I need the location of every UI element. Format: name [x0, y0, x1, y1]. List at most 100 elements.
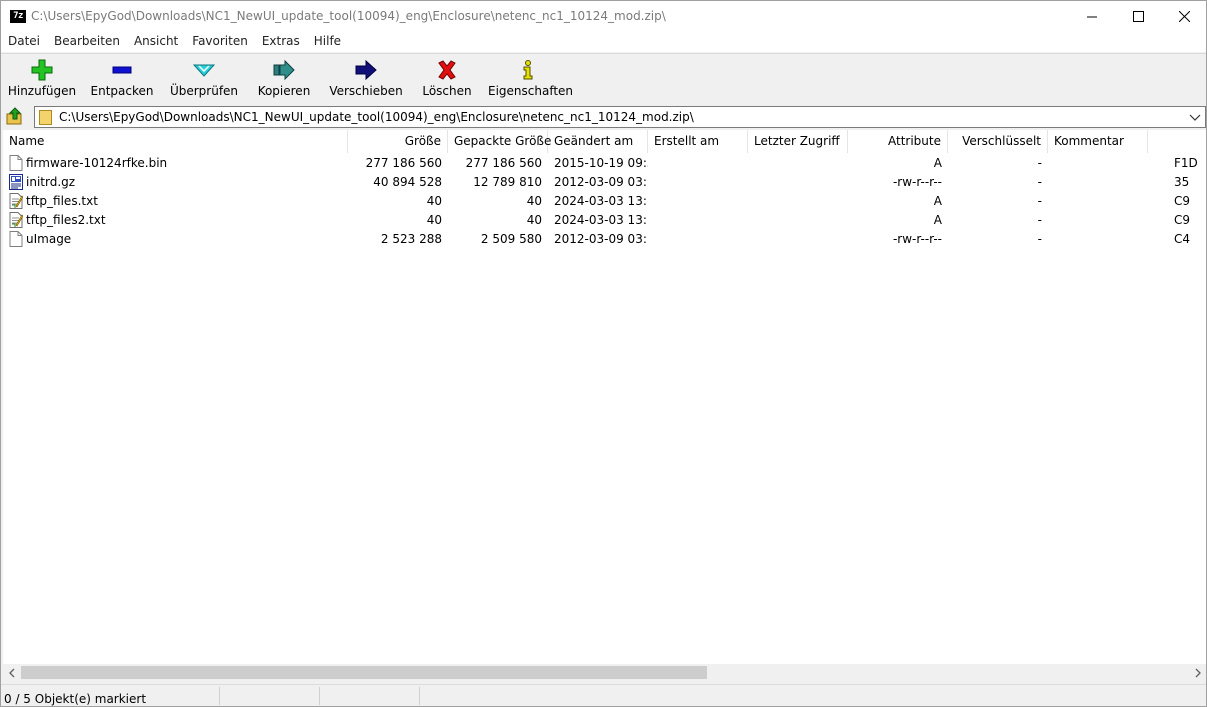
column-header-accessed[interactable]: Letzter Zugriff — [748, 130, 848, 153]
text-file-icon — [9, 193, 23, 209]
file-name: initrd.gz — [26, 175, 76, 189]
file-packed-size: 12 789 810 — [473, 175, 542, 189]
column-header-modified[interactable]: Geändert am — [548, 130, 648, 153]
test-button[interactable]: Überprüfen — [168, 56, 240, 102]
delete-button[interactable]: Löschen — [419, 56, 475, 102]
menu-bar: Datei Bearbeiten Ansicht Favoriten Extra… — [1, 32, 1206, 52]
7zip-app-icon: 7z — [10, 10, 26, 23]
file-list: Name Größe Gepackte Größe Geändert am Er… — [3, 130, 1206, 664]
minimize-button[interactable] — [1069, 1, 1115, 32]
column-header-size[interactable]: Größe — [348, 130, 448, 153]
copy-button[interactable]: Kopieren — [253, 56, 315, 102]
status-segment-packed — [320, 687, 420, 705]
file-attributes: -rw-r--r-- — [892, 232, 942, 246]
file-icon — [9, 155, 23, 171]
test-icon — [193, 64, 215, 77]
list-item[interactable]: initrd.gz 40 894 528 12 789 810 2012-03-… — [3, 173, 1206, 192]
file-size: 40 — [426, 213, 442, 227]
toolbar: Hinzufügen Entpacken Überprüfen Kopieren — [1, 53, 1206, 102]
window-title: C:\Users\EpyGod\Downloads\NC1_NewUI_upda… — [31, 9, 666, 23]
file-name: tftp_files.txt — [26, 194, 98, 208]
column-header-packed-size[interactable]: Gepackte Größe — [448, 130, 551, 153]
list-item[interactable]: uImage 2 523 288 2 509 580 2012-03-09 03… — [3, 230, 1206, 249]
delete-label: Löschen — [422, 84, 472, 98]
status-selection-text: 0 / 5 Objekt(e) markiert — [4, 692, 147, 706]
archive-window: 7z C:\Users\EpyGod\Downloads\NC1_NewUI_u… — [0, 0, 1207, 707]
column-header-attributes[interactable]: Attribute — [848, 130, 948, 153]
file-modified: 2012-03-09 03:14 — [554, 232, 648, 246]
file-attributes: A — [933, 156, 942, 170]
maximize-button[interactable] — [1115, 1, 1161, 32]
path-input[interactable]: C:\Users\EpyGod\Downloads\NC1_NewUI_upda… — [59, 110, 694, 124]
list-item[interactable]: tftp_files.txt 40 40 2024-03-03 13:14 A … — [3, 192, 1206, 211]
title-bar: 7z C:\Users\EpyGod\Downloads\NC1_NewUI_u… — [1, 1, 1206, 32]
extract-label: Entpacken — [90, 84, 154, 98]
properties-label: Eigenschaften — [488, 84, 574, 98]
file-encrypted: - — [1037, 213, 1042, 227]
extract-button[interactable]: Entpacken — [89, 56, 155, 102]
menu-hilfe[interactable]: Hilfe — [307, 32, 348, 52]
file-modified: 2024-03-03 13:14 — [554, 213, 648, 227]
move-button[interactable]: Verschieben — [328, 56, 404, 102]
add-icon — [31, 59, 53, 81]
file-attributes: -rw-r--r-- — [892, 175, 942, 189]
file-attributes: A — [933, 194, 942, 208]
file-encrypted: - — [1037, 194, 1042, 208]
file-attributes: A — [933, 213, 942, 227]
list-item[interactable]: tftp_files2.txt 40 40 2024-03-03 13:14 A… — [3, 211, 1206, 230]
column-header-comment[interactable]: Kommentar — [1048, 130, 1148, 153]
file-crc: C9 — [1174, 194, 1191, 208]
status-segment-selection: 0 / 5 Objekt(e) markiert — [1, 687, 220, 706]
list-item[interactable]: firmware-10124rfke.bin 277 186 560 277 1… — [3, 154, 1206, 173]
extract-icon — [112, 66, 132, 74]
column-header-crc[interactable] — [1148, 130, 1206, 153]
maximize-icon — [1132, 11, 1144, 22]
chevron-left-icon — [8, 668, 14, 677]
archive-file-icon — [9, 174, 23, 190]
path-combobox[interactable]: C:\Users\EpyGod\Downloads\NC1_NewUI_upda… — [34, 106, 1206, 128]
properties-button[interactable]: Eigenschaften — [488, 56, 574, 102]
copy-icon — [273, 59, 295, 81]
file-size: 277 186 560 — [365, 156, 442, 170]
menu-extras[interactable]: Extras — [255, 32, 307, 52]
chevron-right-icon — [1195, 668, 1201, 677]
close-button[interactable] — [1161, 1, 1207, 32]
menu-ansicht[interactable]: Ansicht — [127, 32, 185, 52]
column-header-encrypted[interactable]: Verschlüsselt — [948, 130, 1048, 153]
menu-favoriten[interactable]: Favoriten — [185, 32, 255, 52]
file-packed-size: 40 — [526, 194, 542, 208]
scroll-left-button[interactable] — [3, 664, 20, 681]
file-icon — [9, 231, 23, 247]
file-encrypted: - — [1037, 156, 1042, 170]
move-label: Verschieben — [329, 84, 403, 98]
close-icon — [1178, 11, 1190, 22]
file-modified: 2012-03-09 03:14 — [554, 175, 648, 189]
status-segment-size — [220, 687, 320, 705]
add-button[interactable]: Hinzufügen — [6, 56, 78, 102]
file-size: 2 523 288 — [380, 232, 442, 246]
column-header-created[interactable]: Erstellt am — [648, 130, 748, 153]
menu-datei[interactable]: Datei — [1, 32, 47, 52]
column-header-name[interactable]: Name — [3, 130, 348, 153]
scroll-right-button[interactable] — [1189, 664, 1206, 681]
file-encrypted: - — [1037, 232, 1042, 246]
file-encrypted: - — [1037, 175, 1042, 189]
folder-up-icon[interactable] — [6, 107, 24, 125]
file-crc: 35 — [1174, 175, 1190, 189]
file-modified: 2024-03-03 13:14 — [554, 194, 648, 208]
file-size: 40 894 528 — [373, 175, 442, 189]
minimize-icon — [1087, 16, 1097, 17]
file-packed-size: 40 — [526, 213, 542, 227]
file-crc: F1D — [1174, 156, 1198, 170]
file-name: tftp_files2.txt — [26, 213, 106, 227]
info-icon — [523, 60, 533, 80]
scrollbar-thumb[interactable] — [21, 666, 707, 679]
file-size: 40 — [426, 194, 442, 208]
file-modified: 2015-10-19 09:34 — [554, 156, 648, 170]
file-crc: C9 — [1174, 213, 1191, 227]
text-file-icon — [9, 212, 23, 228]
horizontal-scrollbar[interactable] — [3, 664, 1206, 681]
chevron-down-icon[interactable] — [1187, 109, 1203, 125]
menu-bearbeiten[interactable]: Bearbeiten — [47, 32, 127, 52]
status-segment-date — [420, 687, 520, 705]
